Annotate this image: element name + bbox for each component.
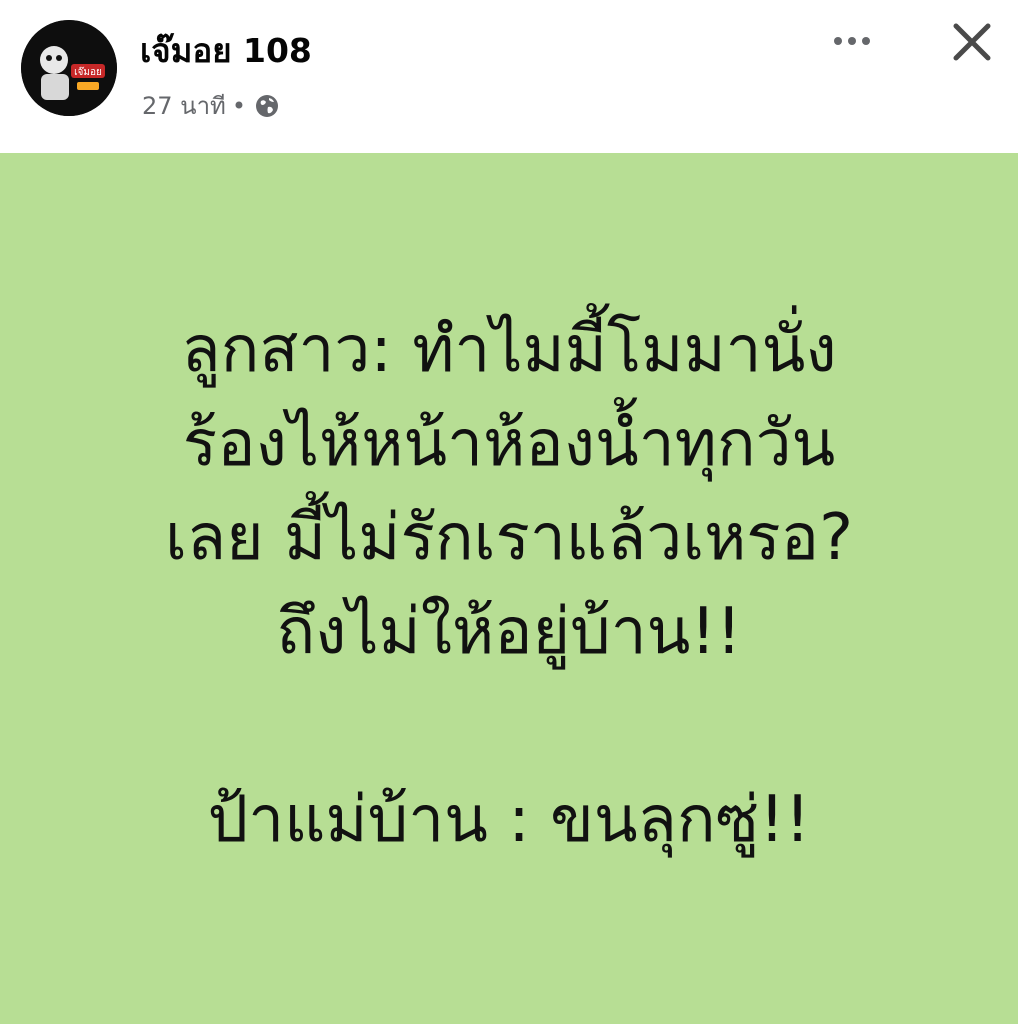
author-name[interactable]: เจ๊มอย 108 — [140, 24, 312, 77]
post-header: เจ๊มอย เจ๊มอย 108 27 นาที • — [0, 0, 1018, 153]
post-line: เลย มี้ไม่รักเราแล้วเหรอ? — [164, 501, 854, 575]
avatar[interactable]: เจ๊มอย — [21, 20, 117, 116]
post-time[interactable]: 27 นาที — [142, 86, 226, 125]
avatar-image: เจ๊มอย — [21, 20, 117, 116]
globe-icon[interactable] — [254, 93, 280, 119]
post-meta: 27 นาที • — [142, 86, 280, 125]
meta-separator: • — [231, 91, 247, 120]
post-line: ลูกสาว: ทำไมมี้โมมานั่ง — [181, 313, 837, 387]
post-text: ลูกสาว: ทำไมมี้โมมานั่ง ร้องไห้หน้าห้องน… — [0, 303, 1018, 867]
post-line: ร้องไห้หน้าห้องน้ำทุกวัน — [182, 407, 836, 481]
post-line: ป้าแม่บ้าน : ขนลุกซู่!! — [207, 783, 811, 857]
facebook-post: เจ๊มอย เจ๊มอย 108 27 นาที • ลูกสาว: ทำไม… — [0, 0, 1018, 1024]
post-line: ถึงไม่ให้อยู่บ้าน!! — [276, 595, 742, 669]
avatar-text: เจ๊มอย — [74, 66, 102, 78]
more-options-icon[interactable] — [830, 26, 874, 56]
close-icon[interactable] — [950, 20, 994, 64]
post-content-background: ลูกสาว: ทำไมมี้โมมานั่ง ร้องไห้หน้าห้องน… — [0, 153, 1018, 1024]
